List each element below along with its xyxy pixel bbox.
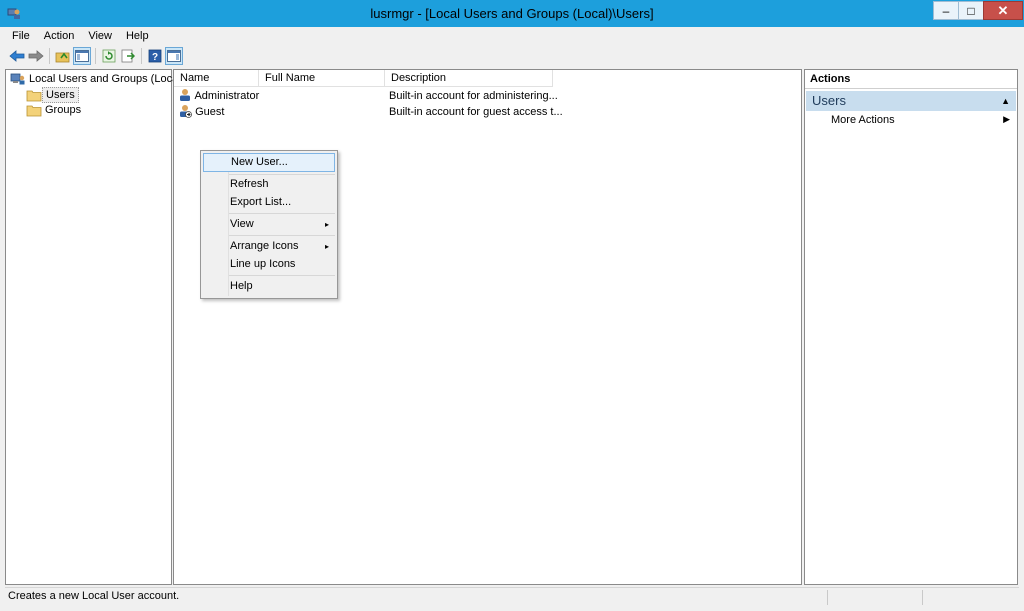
menu-item-export-list[interactable]: Export List... xyxy=(203,193,335,212)
actions-title: Actions xyxy=(805,70,1017,89)
status-text: Creates a new Local User account. xyxy=(8,590,180,602)
actions-section-label: Users xyxy=(812,93,846,108)
minimize-button[interactable]: – xyxy=(933,1,959,20)
tree-item-users[interactable]: Users xyxy=(26,87,79,103)
menu-help[interactable]: Help xyxy=(119,28,156,44)
user-description: Built-in account for administering... xyxy=(389,90,558,102)
status-divider xyxy=(922,590,923,605)
toolbar-separator xyxy=(95,48,96,64)
toolbar-separator xyxy=(49,48,50,64)
menu-item-help[interactable]: Help xyxy=(203,277,335,296)
submenu-arrow-icon: ▶ xyxy=(1003,114,1010,124)
submenu-arrow-icon: ▸ xyxy=(324,220,329,229)
menu-separator xyxy=(229,235,335,236)
tree-item-label: Groups xyxy=(45,104,82,116)
menu-item-view[interactable]: View ▸ xyxy=(203,215,335,234)
folder-icon xyxy=(26,88,42,102)
toolbar-separator xyxy=(141,48,142,64)
menu-separator xyxy=(229,213,335,214)
results-list-pane[interactable]: Name Full Name Description Administrator… xyxy=(173,69,802,585)
help-icon[interactable]: ? xyxy=(146,47,164,65)
list-header: Name Full Name Description xyxy=(174,70,801,87)
actions-section-header[interactable]: Users ▲ xyxy=(806,91,1016,111)
window-title: lusrmgr - [Local Users and Groups (Local… xyxy=(370,6,654,21)
show-hide-console-tree-icon[interactable] xyxy=(73,47,91,65)
user-name: Guest xyxy=(195,106,225,118)
menu-separator xyxy=(229,275,335,276)
menu-item-new-user[interactable]: New User... xyxy=(203,153,335,172)
tree-root-label: Local Users and Groups (Local) xyxy=(29,73,185,85)
user-name: Administrator xyxy=(194,90,260,102)
title-bar[interactable]: lusrmgr - [Local Users and Groups (Local… xyxy=(0,0,1024,27)
minimize-icon: – xyxy=(942,3,950,18)
menu-item-label: View xyxy=(230,218,254,230)
menu-action[interactable]: Action xyxy=(37,28,82,44)
menu-item-refresh[interactable]: Refresh xyxy=(203,175,335,194)
column-header-name[interactable]: Name xyxy=(174,70,259,87)
up-folder-icon[interactable] xyxy=(54,47,72,65)
refresh-icon[interactable] xyxy=(100,47,118,65)
column-header-description[interactable]: Description xyxy=(385,70,553,87)
forward-icon[interactable] xyxy=(27,47,45,65)
submenu-arrow-icon: ▸ xyxy=(324,242,329,251)
show-hide-action-pane-icon[interactable] xyxy=(165,47,183,65)
status-bar: Creates a new Local User account. xyxy=(5,587,1019,606)
tree-item-label: Users xyxy=(42,87,79,103)
tree-root[interactable]: Local Users and Groups (Local) xyxy=(10,71,187,87)
computer-users-icon xyxy=(10,72,26,86)
back-icon[interactable] xyxy=(8,47,26,65)
menu-view[interactable]: View xyxy=(81,28,119,44)
console-tree-pane[interactable]: Local Users and Groups (Local) Users Gro… xyxy=(5,69,184,585)
maximize-icon: □ xyxy=(967,3,975,18)
table-row[interactable]: Administrator xyxy=(178,88,259,104)
menu-item-line-up-icons[interactable]: Line up Icons xyxy=(203,255,335,274)
menu-item-arrange-icons[interactable]: Arrange Icons ▸ xyxy=(203,237,335,256)
folder-icon xyxy=(26,103,42,117)
actions-pane: Actions Users ▲ More Actions ▶ xyxy=(804,69,1018,585)
status-divider xyxy=(827,590,828,605)
tree-item-groups[interactable]: Groups xyxy=(26,102,84,118)
toolbar: ? xyxy=(5,45,1019,67)
column-header-full-name[interactable]: Full Name xyxy=(259,70,385,87)
user-icon xyxy=(178,88,192,102)
export-list-icon[interactable] xyxy=(119,47,137,65)
collapse-icon[interactable]: ▲ xyxy=(1001,96,1010,106)
more-actions-link[interactable]: More Actions xyxy=(831,114,895,126)
table-row[interactable]: Guest xyxy=(178,104,224,120)
disabled-user-icon xyxy=(178,104,192,118)
menu-item-label: Arrange Icons xyxy=(230,240,299,252)
user-description: Built-in account for guest access t... xyxy=(389,106,563,118)
menu-file[interactable]: File xyxy=(5,28,37,44)
context-menu: New User... Refresh Export List... View … xyxy=(200,150,338,299)
svg-text:?: ? xyxy=(152,52,158,63)
close-icon: ✕ xyxy=(997,2,1009,18)
menu-bar: File Action View Help xyxy=(5,28,156,44)
close-button[interactable]: ✕ xyxy=(983,1,1023,20)
maximize-button[interactable]: □ xyxy=(958,1,984,20)
